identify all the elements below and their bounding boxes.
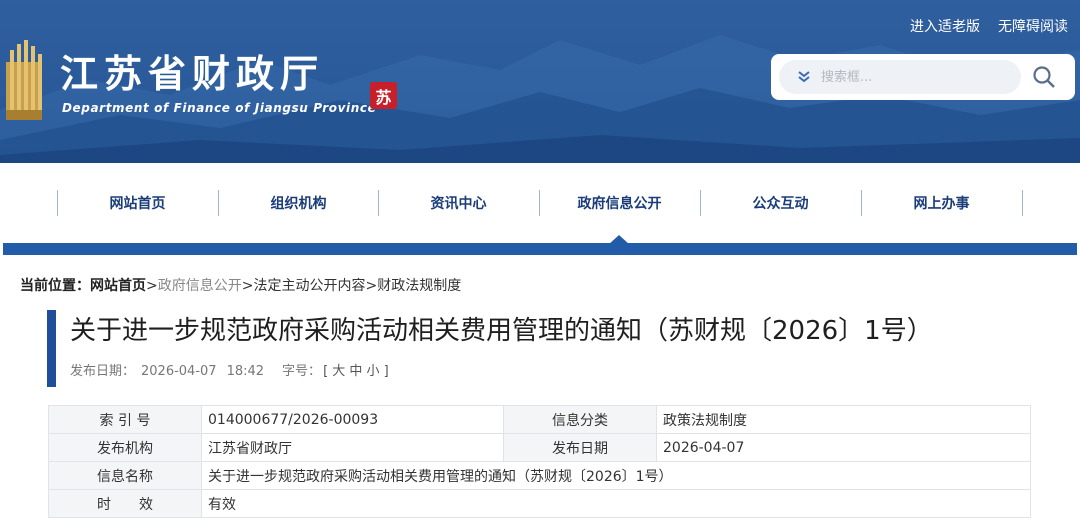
table-row: 发布机构 江苏省财政厅 发布日期 2026-04-07 bbox=[48, 433, 1031, 462]
nav-item-gov-info[interactable]: 政府信息公开 bbox=[539, 190, 700, 216]
category-label: 信息分类 bbox=[503, 405, 657, 434]
name-label: 信息名称 bbox=[48, 461, 202, 490]
nav-item-news[interactable]: 资讯中心 bbox=[378, 190, 539, 216]
breadcrumb-home[interactable]: 网站首页 bbox=[90, 278, 146, 294]
nav-underline-bar bbox=[3, 243, 1077, 255]
header-banner: 进入适老版 无障碍阅读 江苏省财政厅 Department of Finance… bbox=[0, 0, 1080, 163]
fontsize-options[interactable]: [ 大 中 小 ] bbox=[323, 364, 389, 379]
elder-mode-link[interactable]: 进入适老版 bbox=[910, 16, 980, 36]
table-row: 信息名称 关于进一步规范政府采购活动相关费用管理的通知（苏财规〔2026〕1号） bbox=[48, 461, 1031, 490]
nav-item-services[interactable]: 网上办事 bbox=[861, 190, 1022, 216]
breadcrumb-separator: > bbox=[146, 278, 158, 294]
top-links: 进入适老版 无障碍阅读 bbox=[910, 16, 1068, 36]
breadcrumb-gov-info[interactable]: 政府信息公开 bbox=[158, 278, 242, 294]
publisher-label: 发布机构 bbox=[48, 433, 202, 462]
nav-separator bbox=[1022, 190, 1023, 216]
publisher-value: 江苏省财政厅 bbox=[201, 433, 504, 462]
page-title: 关于进一步规范政府采购活动相关费用管理的通知（苏财规〔2026〕1号） bbox=[70, 316, 933, 346]
date-label: 发布日期 bbox=[503, 433, 657, 462]
category-value: 政策法规制度 bbox=[656, 405, 1031, 434]
date-value: 2026-04-07 bbox=[656, 433, 1031, 462]
publish-time: 18:42 bbox=[226, 364, 265, 379]
publish-date: 2026-04-07 bbox=[141, 364, 217, 379]
nav-item-home[interactable]: 网站首页 bbox=[57, 190, 218, 216]
building-logo-icon bbox=[6, 40, 42, 120]
breadcrumb-separator: > bbox=[241, 278, 254, 294]
search-field-wrap bbox=[779, 60, 1021, 94]
fontsize-label: 字号： bbox=[282, 364, 322, 379]
publish-label: 发布日期： bbox=[70, 364, 136, 379]
nav-item-organization[interactable]: 组织机构 bbox=[218, 190, 379, 216]
breadcrumb-prefix: 当前位置： bbox=[20, 278, 90, 294]
breadcrumb: 当前位置：网站首页>政府信息公开>法定主动公开内容>财政法规制度 bbox=[20, 275, 461, 295]
breadcrumb-separator: > bbox=[365, 278, 378, 294]
search-input[interactable] bbox=[821, 64, 1011, 90]
nav-item-interaction[interactable]: 公众互动 bbox=[700, 190, 861, 216]
title-accent-bar bbox=[47, 310, 56, 387]
site-logo-title: 江苏省财政厅 bbox=[60, 51, 325, 96]
site-logo-subtitle: Department of Finance of Jiangsu Provinc… bbox=[62, 101, 377, 115]
validity-label: 时 效 bbox=[48, 489, 202, 518]
table-row: 时 效 有效 bbox=[48, 489, 1031, 518]
article-meta: 发布日期： 2026-04-07 18:42 字号：[ 大 中 小 ] bbox=[70, 360, 399, 379]
search-icon[interactable] bbox=[1031, 64, 1057, 90]
info-table: 索 引 号 014000677/2026-00093 信息分类 政策法规制度 发… bbox=[48, 405, 1031, 518]
breadcrumb-finance-regulations[interactable]: 财政法规制度 bbox=[377, 278, 461, 294]
name-value: 关于进一步规范政府采购活动相关费用管理的通知（苏财规〔2026〕1号） bbox=[201, 461, 1031, 490]
search-box bbox=[771, 54, 1075, 100]
index-value: 014000677/2026-00093 bbox=[201, 405, 504, 434]
table-row: 索 引 号 014000677/2026-00093 信息分类 政策法规制度 bbox=[48, 405, 1031, 434]
validity-value: 有效 bbox=[201, 489, 1031, 518]
chevron-double-down-icon[interactable] bbox=[797, 70, 811, 84]
index-label: 索 引 号 bbox=[48, 405, 202, 434]
main-nav: 网站首页 组织机构 资讯中心 政府信息公开 公众互动 网上办事 bbox=[0, 163, 1080, 243]
accessibility-link[interactable]: 无障碍阅读 bbox=[998, 16, 1068, 36]
seal-stamp: 苏 bbox=[370, 82, 397, 109]
breadcrumb-legal-disclosure[interactable]: 法定主动公开内容 bbox=[253, 278, 365, 294]
